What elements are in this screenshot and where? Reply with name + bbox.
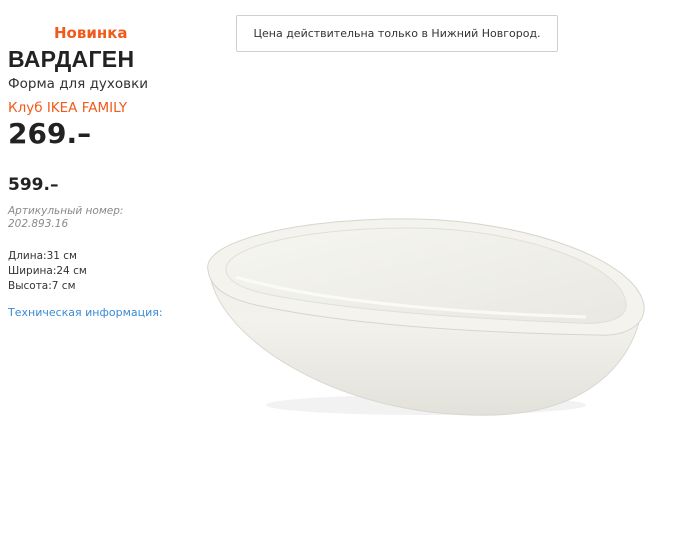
dimension-length: Длина:31 см	[8, 250, 77, 262]
product-name: ВАРДАГЕН	[8, 46, 135, 72]
family-price: 269.–	[8, 117, 92, 150]
product-description: Форма для духовки	[8, 76, 149, 92]
regular-price: 599.–	[8, 175, 59, 195]
price-notice-text: Цена действительна только в Нижний Новго…	[253, 27, 541, 40]
dimension-height: Высота:7 см	[8, 280, 76, 292]
technical-info-link[interactable]: Техническая информация:	[8, 306, 163, 319]
price-notice: Цена действительна только в Нижний Новго…	[236, 15, 558, 52]
family-club-label: Клуб IKEA FAMILY	[8, 100, 128, 116]
article-number: Артикульный номер: 202.893.16	[8, 205, 124, 230]
new-badge: Новинка	[54, 24, 128, 42]
dimension-width: Ширина:24 см	[8, 265, 87, 277]
dimensions-list: Длина:31 см Ширина:24 см Высота:7 см	[8, 249, 87, 294]
oval-baking-dish-icon	[207, 218, 645, 416]
product-image	[196, 215, 656, 429]
